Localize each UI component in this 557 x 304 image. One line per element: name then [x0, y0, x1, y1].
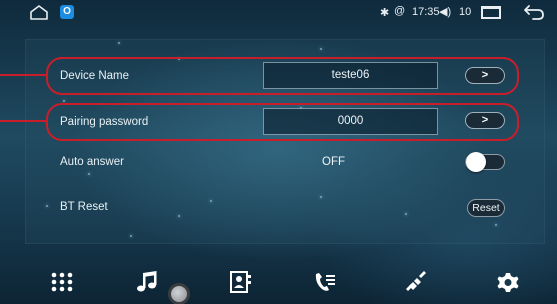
contacts-icon[interactable] — [228, 271, 252, 293]
volume-icon[interactable]: ◀) — [439, 5, 451, 18]
device-name-field[interactable]: teste06 — [263, 62, 438, 89]
apps-grid-icon[interactable] — [50, 271, 74, 293]
bottom-dock — [0, 255, 557, 304]
back-icon[interactable] — [523, 3, 545, 21]
bt-reset-button[interactable]: Reset — [467, 199, 505, 217]
auto-answer-label: Auto answer — [60, 156, 124, 168]
floating-home-button[interactable] — [168, 283, 190, 304]
device-name-label: Device Name — [60, 70, 130, 82]
recent-apps-icon[interactable] — [481, 6, 501, 19]
bluetooth-settings-screen: O ✱ @ 17:35 ◀) 10 Device Name teste06 > … — [0, 0, 557, 304]
bluetooth-icon: ✱ — [380, 7, 390, 19]
callout-line — [0, 74, 47, 76]
auto-answer-toggle[interactable] — [465, 152, 505, 172]
status-bar: O ✱ @ 17:35 ◀) 10 — [0, 0, 557, 26]
clock: 17:35 — [412, 6, 440, 18]
volume-level: 10 — [459, 6, 472, 18]
pairing-password-edit-button[interactable]: > — [465, 112, 505, 129]
bt-reset-label: BT Reset — [60, 201, 108, 213]
toggle-knob — [466, 152, 486, 172]
auto-answer-status: OFF — [322, 156, 345, 168]
callout-line — [0, 120, 47, 122]
wifi-icon: @ — [394, 5, 406, 17]
device-name-edit-button[interactable]: > — [465, 67, 505, 84]
app-badge-icon[interactable]: O — [60, 5, 74, 19]
home-icon[interactable] — [30, 5, 48, 20]
pairing-password-label: Pairing password — [60, 116, 149, 128]
settings-gear-icon[interactable] — [496, 271, 520, 293]
bluetooth-connect-icon[interactable] — [404, 271, 428, 293]
music-icon[interactable] — [136, 271, 160, 293]
pairing-password-field[interactable]: 0000 — [263, 108, 438, 135]
call-log-icon[interactable] — [313, 271, 337, 293]
